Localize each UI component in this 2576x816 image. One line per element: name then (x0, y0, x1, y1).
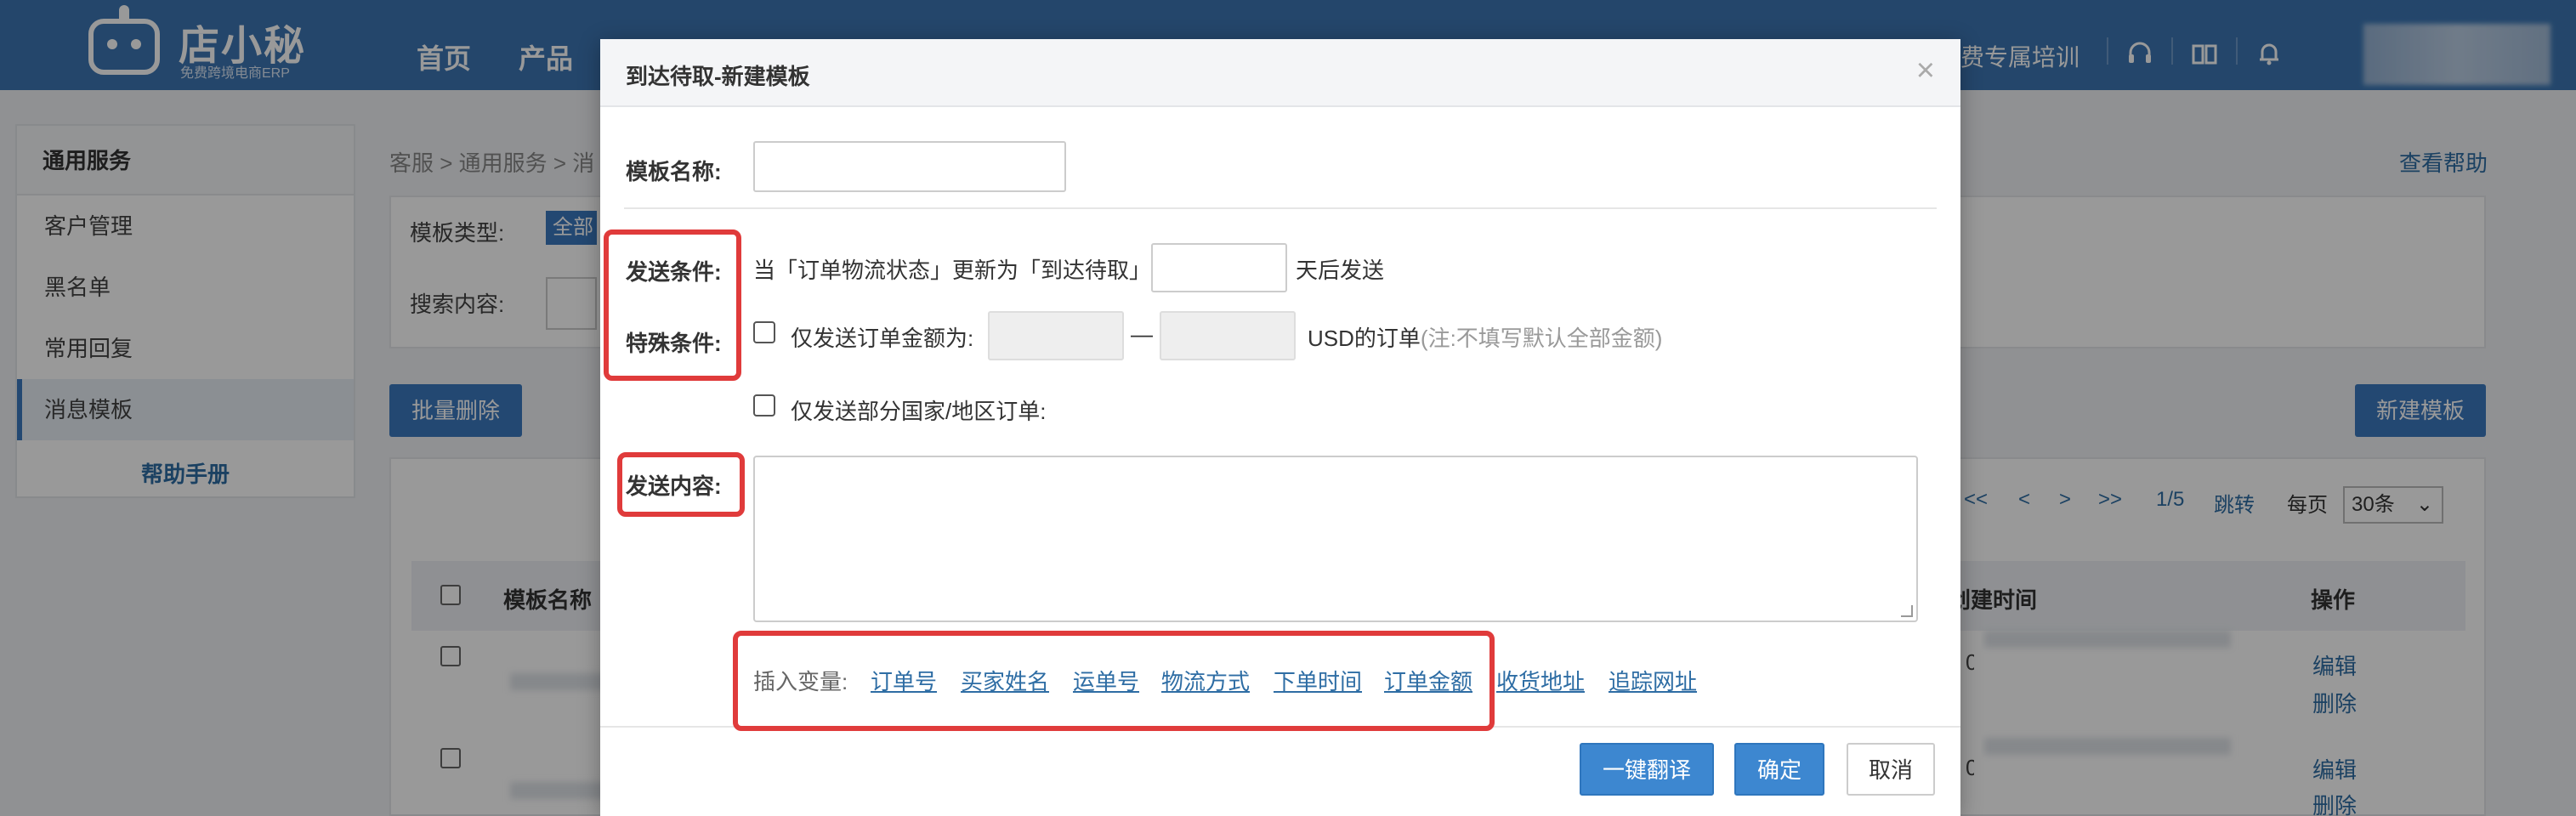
variable-order-no[interactable]: 订单号 (871, 665, 937, 696)
usd-orders-label: USD的订单 (1308, 326, 1421, 351)
close-icon[interactable]: × (1916, 53, 1935, 89)
content-label: 发送内容: (626, 473, 722, 499)
max-amount-input[interactable] (1160, 311, 1296, 360)
days-suffix-text: 天后发送 (1296, 258, 1385, 283)
variable-buyer-name[interactable]: 买家姓名 (961, 665, 1049, 696)
amount-only-label: 仅发送订单金额为: (791, 326, 974, 351)
modal-footer-divider (600, 726, 1960, 728)
country-only-checkbox[interactable] (753, 394, 775, 416)
resize-handle-icon[interactable] (1901, 605, 1913, 617)
translate-button[interactable]: 一键翻译 (1580, 743, 1714, 796)
amount-note: (注:不填写默认全部金额) (1420, 326, 1663, 351)
min-amount-input[interactable] (988, 311, 1124, 360)
amount-only-checkbox[interactable] (753, 321, 775, 343)
new-template-modal: 到达待取-新建模板 × 模板名称: 发送条件: 当「订单物流状态」更新为「到达待… (600, 39, 1960, 816)
template-name-label: 模板名称: (626, 159, 722, 184)
cancel-button[interactable]: 取消 (1847, 743, 1935, 796)
template-name-input[interactable] (753, 141, 1066, 192)
variable-tracking-no[interactable]: 运单号 (1073, 665, 1139, 696)
days-input[interactable] (1151, 243, 1287, 292)
modal-title: 到达待取-新建模板 (626, 64, 810, 89)
variable-shipping-address[interactable]: 收货地址 (1496, 665, 1585, 696)
insert-variable-label: 插入变量: (753, 669, 848, 694)
highlight-conditions (604, 230, 741, 381)
confirm-button[interactable]: 确定 (1734, 743, 1824, 796)
content-textarea[interactable] (753, 456, 1918, 622)
variable-order-amount[interactable]: 订单金额 (1384, 665, 1472, 696)
send-condition-text: 当「订单物流状态」更新为「到达待取」 (753, 258, 1152, 283)
amount-dash: — (1131, 321, 1153, 347)
divider (624, 207, 1937, 209)
country-only-label: 仅发送部分国家/地区订单: (791, 399, 1047, 424)
special-condition-label: 特殊条件: (626, 331, 722, 356)
send-condition-label: 发送条件: (626, 259, 722, 285)
variable-tracking-url[interactable]: 追踪网址 (1609, 665, 1697, 696)
variable-shipping-method[interactable]: 物流方式 (1161, 665, 1250, 696)
modal-header: 到达待取-新建模板 × (600, 39, 1960, 107)
variable-order-time[interactable]: 下单时间 (1274, 665, 1362, 696)
usd-orders-text: USD的订单(注:不填写默认全部金额) (1308, 321, 1662, 353)
